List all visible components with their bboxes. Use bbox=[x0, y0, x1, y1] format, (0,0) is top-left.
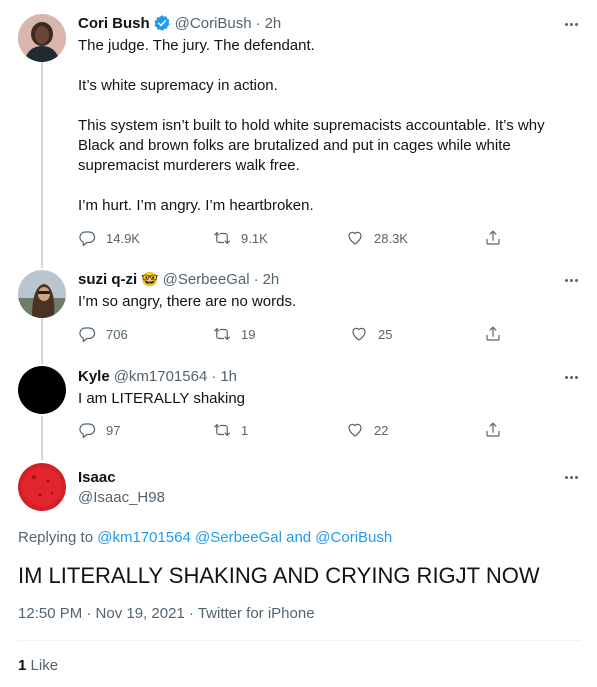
nerd-emoji: 🤓 bbox=[141, 271, 159, 287]
share-icon bbox=[486, 230, 500, 245]
tweet-header: Kyle @km1701564 · 1h bbox=[78, 368, 237, 385]
display-name[interactable]: Kyle bbox=[78, 368, 110, 385]
retweet-button[interactable]: 19 bbox=[213, 325, 255, 343]
like-count: 28.3K bbox=[374, 230, 408, 246]
avatar[interactable] bbox=[18, 270, 66, 318]
like-icon bbox=[352, 327, 366, 341]
reply-icon bbox=[79, 423, 96, 439]
replying-to: Replying to @km1701564 @SerbeeGal and @C… bbox=[18, 529, 392, 546]
reply-count: 14.9K bbox=[106, 230, 140, 246]
reply-button[interactable]: 706 bbox=[78, 325, 128, 343]
share-icon bbox=[486, 326, 500, 341]
retweet-count: 19 bbox=[241, 326, 256, 342]
more-icon[interactable] bbox=[561, 467, 581, 487]
share-icon bbox=[486, 422, 500, 437]
reply-button[interactable]: 97 bbox=[78, 421, 120, 439]
reply-icon bbox=[79, 231, 96, 247]
like-label: Like bbox=[30, 657, 59, 674]
reply-tweet-2[interactable]: suzi q-zi 🤓 @SerbeeGal · 2h I’m so angry… bbox=[0, 262, 597, 358]
share-button[interactable] bbox=[484, 421, 512, 439]
avatar[interactable] bbox=[18, 366, 66, 414]
handle[interactable]: @SerbeeGal bbox=[163, 271, 250, 288]
main-tweet-text: IM LITERALLY SHAKING AND CRYING RIGJT NO… bbox=[18, 563, 540, 588]
tweet-timestamp[interactable]: 12:50 PM · Nov 19, 2021 · Twitter for iP… bbox=[18, 605, 315, 622]
reply-button[interactable]: 14.9K bbox=[78, 229, 140, 247]
tweet-header: suzi q-zi 🤓 @SerbeeGal · 2h bbox=[78, 271, 279, 288]
action-bar: 97 1 22 bbox=[78, 421, 508, 441]
action-bar: 706 19 25 bbox=[78, 325, 508, 345]
retweet-button[interactable]: 1 bbox=[213, 421, 248, 439]
divider bbox=[18, 640, 581, 641]
timestamp[interactable]: 2h bbox=[263, 271, 280, 288]
separator-dot: · bbox=[211, 368, 217, 385]
reply-tweet-1[interactable]: Cori Bush @CoriBush · 2h The judge. The … bbox=[0, 0, 597, 262]
like-icon bbox=[348, 423, 362, 437]
separator-dot: · bbox=[255, 14, 261, 32]
handle[interactable]: @Isaac_H98 bbox=[78, 489, 165, 506]
display-name[interactable]: suzi q-zi bbox=[78, 271, 137, 288]
more-icon[interactable] bbox=[561, 14, 581, 34]
display-name[interactable]: Isaac bbox=[78, 469, 116, 486]
timestamp[interactable]: 2h bbox=[265, 15, 282, 32]
replying-prefix: Replying to bbox=[18, 529, 94, 546]
reply-tweet-3[interactable]: Kyle @km1701564 · 1h I am LITERALLY shak… bbox=[0, 358, 597, 456]
tweet-text: The judge. The jury. The defendant. It’s… bbox=[78, 37, 545, 214]
handle[interactable]: @km1701564 bbox=[114, 368, 208, 385]
more-icon[interactable] bbox=[561, 367, 581, 387]
action-bar: 14.9K 9.1K 28.3K bbox=[78, 229, 508, 249]
retweet-icon bbox=[213, 424, 231, 436]
like-button[interactable]: 22 bbox=[346, 421, 388, 439]
retweet-icon bbox=[213, 328, 231, 340]
reply-count: 706 bbox=[106, 326, 128, 342]
separator-dot: · bbox=[253, 271, 259, 288]
retweet-button[interactable]: 9.1K bbox=[213, 229, 268, 247]
replying-to-links[interactable]: @km1701564 @SerbeeGal and @CoriBush bbox=[97, 529, 392, 546]
like-count: 22 bbox=[374, 422, 389, 438]
verified-badge-icon bbox=[153, 14, 171, 32]
retweet-icon bbox=[213, 232, 231, 244]
like-total: 1 bbox=[18, 657, 27, 674]
like-count: 25 bbox=[378, 326, 393, 342]
tweet-text: I am LITERALLY shaking bbox=[78, 390, 246, 407]
like-button[interactable]: 25 bbox=[350, 325, 392, 343]
like-icon bbox=[348, 231, 362, 245]
retweet-count: 9.1K bbox=[241, 230, 268, 246]
reply-count: 97 bbox=[106, 422, 121, 438]
display-name[interactable]: Cori Bush bbox=[78, 15, 150, 32]
like-stat[interactable]: 1 Like bbox=[18, 657, 58, 674]
share-button[interactable] bbox=[484, 229, 512, 247]
more-icon[interactable] bbox=[561, 270, 581, 290]
timestamp[interactable]: 1h bbox=[220, 368, 237, 385]
share-button[interactable] bbox=[484, 325, 512, 343]
avatar[interactable] bbox=[18, 463, 66, 511]
tweet-text: I’m so angry, there are no words. bbox=[78, 293, 297, 310]
handle[interactable]: @CoriBush bbox=[175, 15, 252, 32]
retweet-count: 1 bbox=[241, 422, 249, 438]
avatar[interactable] bbox=[18, 14, 66, 62]
like-button[interactable]: 28.3K bbox=[346, 229, 408, 247]
tweet-header: Cori Bush @CoriBush · 2h bbox=[78, 14, 281, 32]
reply-icon bbox=[79, 327, 96, 343]
